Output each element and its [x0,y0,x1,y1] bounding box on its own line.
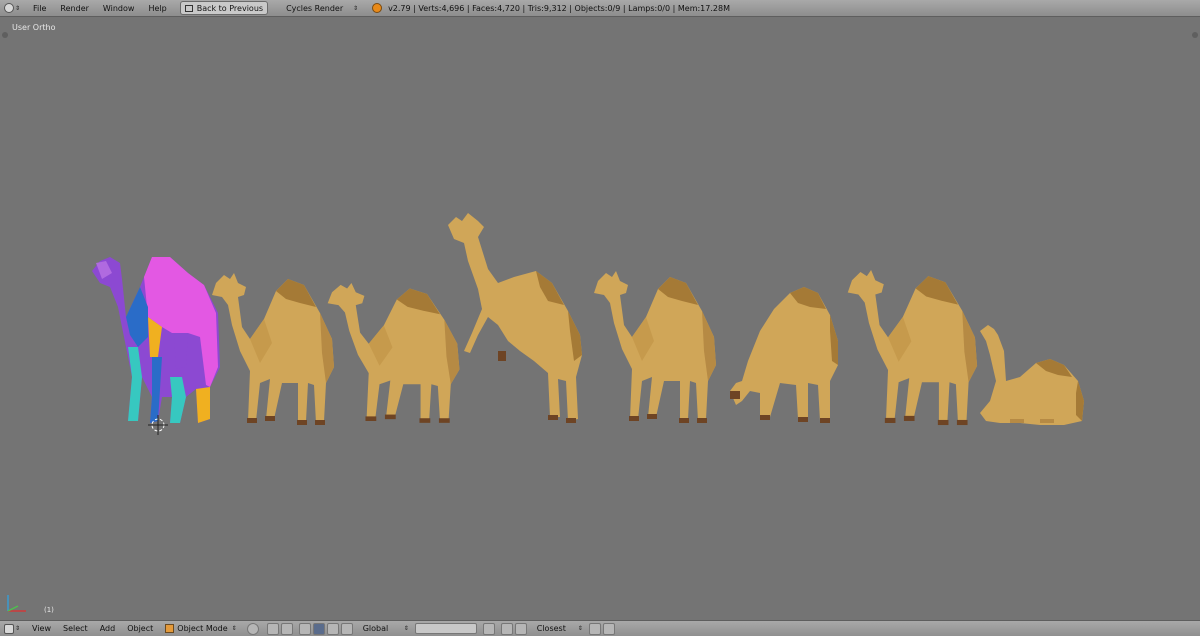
chevron-updown-icon: ⇕ [403,625,409,632]
camel-object-2[interactable] [212,273,334,425]
lock-layers-button[interactable] [482,622,495,635]
camel-object-8[interactable] [980,325,1084,425]
snap-target-select[interactable]: Closest [537,624,577,633]
viewport-shading-button[interactable] [246,622,259,635]
viewport-header: ⇕ View Select Add Object Object Mode ⇕ G… [0,620,1200,636]
chevron-updown-icon: ⇕ [15,625,21,632]
menu-select[interactable]: Select [57,624,94,633]
editor-type-button[interactable]: ⇕ [4,623,21,634]
render-engine-value: Cycles Render [286,3,344,13]
chevron-updown-icon: ⇕ [577,625,583,632]
back-to-previous-button[interactable]: Back to Previous [179,1,269,15]
object-mode-icon [165,624,175,633]
3d-view-editor-icon [4,623,14,634]
transform-orientation-select[interactable]: Global [363,624,403,633]
menu-file[interactable]: File [26,4,53,13]
interaction-mode-select[interactable]: Object Mode ⇕ [165,624,237,633]
screen-icon [184,4,193,12]
scene-objects [92,213,1084,435]
snap-toggle-button[interactable] [514,622,527,635]
render-opengl-button[interactable] [588,622,601,635]
menu-view[interactable]: View [26,624,57,633]
render-engine-select[interactable]: Cycles Render ⇕ [286,4,358,13]
camel-object-5[interactable] [594,271,716,423]
menu-window[interactable]: Window [96,4,142,13]
3d-viewport[interactable]: User Ortho (1) [0,17,1200,620]
scale-manipulator-button[interactable] [326,622,339,635]
render-animation-button[interactable] [602,622,615,635]
camel-uv-selected[interactable] [92,257,220,423]
frame-label: (1) [44,606,54,614]
rotate-manipulator-button[interactable] [312,622,325,635]
menu-render[interactable]: Render [53,4,95,13]
menu-add[interactable]: Add [94,624,122,633]
manipulator-extra-button[interactable] [340,622,353,635]
blender-logo-icon [372,3,383,13]
menu-object[interactable]: Object [121,624,159,633]
chevron-updown-icon: ⇕ [353,4,359,12]
layers-selector[interactable] [414,623,477,634]
axis-gizmo-icon [7,595,26,612]
camel-object-7[interactable] [847,270,978,426]
menu-help[interactable]: Help [141,4,173,13]
chevron-updown-icon: ⇕ [231,625,237,632]
camel-object-6[interactable] [730,287,838,423]
camel-object-3[interactable] [327,283,460,423]
chevron-updown-icon: ⇕ [15,4,21,12]
translate-manipulator-button[interactable] [298,622,311,635]
pivot-point-button[interactable] [266,622,279,635]
camel-object-4[interactable] [448,213,582,423]
scene-stats: v2.79 | Verts:4,696 | Faces:4,720 | Tris… [388,3,730,13]
info-editor-icon [4,3,14,13]
info-header: ⇕ File Render Window Help Back to Previo… [0,0,1200,17]
interaction-mode-value: Object Mode [177,624,228,633]
back-to-previous-label: Back to Previous [196,3,264,13]
manipulator-toggle-button[interactable] [280,622,293,635]
editor-type-button[interactable]: ⇕ [4,3,20,13]
proportional-edit-button[interactable] [500,622,513,635]
